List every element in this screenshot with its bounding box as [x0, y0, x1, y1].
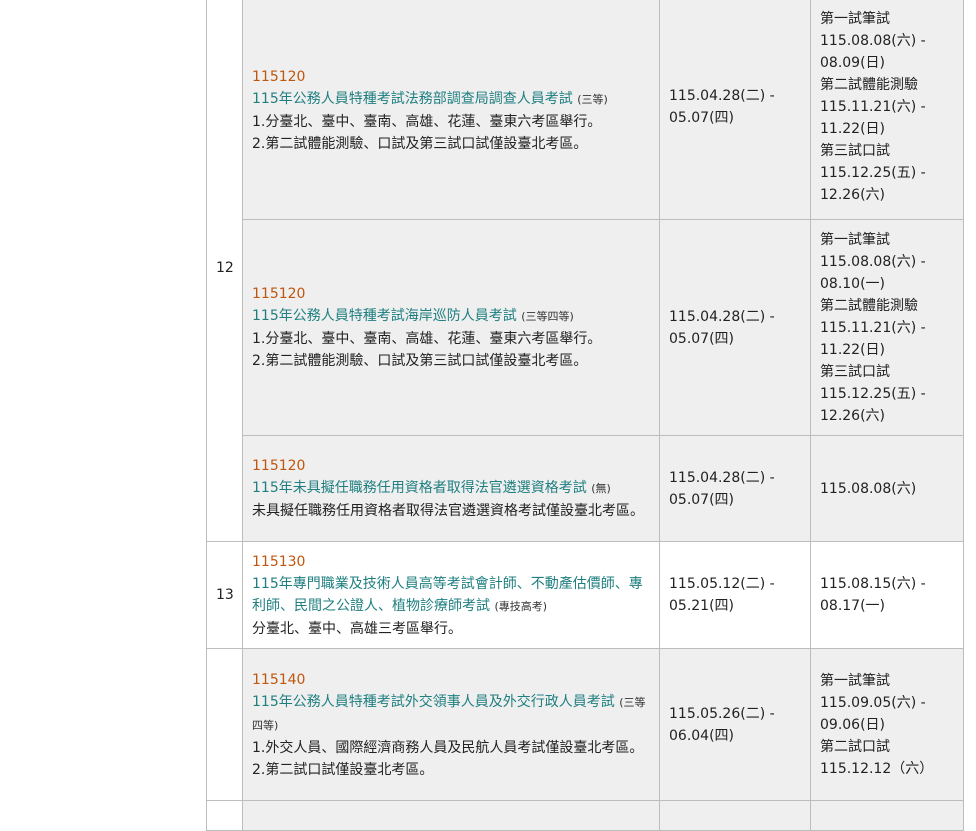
registration-start: 115.04.28(二) - — [669, 308, 775, 325]
registration-period-cell: 115.05.12(二) - 05.21(四) — [659, 541, 811, 649]
exam-code: 115120 — [252, 68, 306, 85]
exam-title-link[interactable]: 115年公務人員特種考試法務部調查局調查人員考試 — [252, 91, 573, 107]
exam-note: 2.第二試口試僅設臺北考區。 — [252, 761, 434, 778]
exam-date-line: 第一試筆試 — [820, 11, 890, 27]
registration-end: 05.21(四) — [669, 598, 735, 614]
exam-note: 2.第二試體能測驗、口試及第三試口試僅設臺北考區。 — [252, 353, 588, 369]
exam-date-line: 第二試體能測驗 — [820, 297, 918, 314]
exam-date-line: 115.11.21(六) - — [820, 99, 926, 115]
exam-info-cell: 115120 115年公務人員特種考試法務部調查局調查人員考試 (三等) 1.分… — [242, 0, 660, 220]
exam-code: 115120 — [252, 458, 306, 474]
registration-period-cell: 115.05.26(二) - 06.04(四) — [659, 648, 811, 801]
exam-schedule-table: 12 115120 115年公務人員特種考試法務部調查局調查人員考試 (三等) … — [206, 0, 964, 831]
registration-period-cell: 115.04.28(二) - 05.07(四) — [659, 219, 811, 436]
row-number: 13 — [206, 541, 243, 649]
exam-date-line: 115.12.25(五) - — [820, 165, 926, 181]
exam-note: 1.外交人員、國際經濟商務人員及民航人員考試僅設臺北考區。 — [252, 739, 644, 756]
exam-info-cell: 115130 115年專門職業及技術人員高等考試會計師、不動產估價師、專利師、民… — [242, 541, 660, 649]
exam-code: 115140 — [252, 671, 306, 688]
exam-date-line: 115.12.25(五) - — [820, 385, 926, 402]
exam-date-line: 第三試口試 — [820, 363, 890, 380]
exam-info-cell: 115140 115年公務人員特種考試外交領事人員及外交行政人員考試 (三等四等… — [242, 648, 660, 801]
exam-title-link[interactable]: 115年未具擬任職務任用資格者取得法官遴選資格考試 — [252, 480, 587, 496]
table-row: 115120 115年公務人員特種考試海岸巡防人員考試 (三等四等) 1.分臺北… — [207, 219, 964, 436]
exam-title-link[interactable]: 115年公務人員特種考試外交領事人員及外交行政人員考試 — [252, 694, 615, 710]
registration-end: 05.07(四) — [669, 110, 735, 126]
exam-info-cell: 115120 115年公務人員特種考試海岸巡防人員考試 (三等四等) 1.分臺北… — [242, 219, 660, 436]
registration-period-cell: 115.04.28(二) - 05.07(四) — [659, 0, 811, 220]
exam-dates-cell: 第一試筆試 115.08.08(六) - 08.10(一) 第二試體能測驗 11… — [810, 219, 964, 436]
exam-date-line: 115.08.15(六) - — [820, 576, 926, 592]
registration-period-cell: 115.04.28(二) - 05.07(四) — [659, 435, 811, 542]
exam-date-line: 115.08.08(六) - — [820, 253, 926, 270]
exam-date-line: 第二試口試 — [820, 738, 890, 755]
exam-date-line: 第一試筆試 — [820, 672, 890, 689]
exam-grade: (專技高考) — [494, 599, 548, 613]
exam-date-line: 115.08.08(六) — [820, 480, 917, 497]
exam-date-line: 115.08.08(六) - — [820, 33, 926, 49]
registration-start: 115.05.26(二) - — [669, 705, 775, 722]
exam-note: 未具擬任職務任用資格者取得法官遴選資格考試僅設臺北考區。 — [252, 503, 644, 519]
exam-note: 1.分臺北、臺中、臺南、高雄、花蓮、臺東六考區舉行。 — [252, 113, 602, 130]
row-number — [206, 648, 243, 801]
exam-code: 115120 — [252, 286, 306, 302]
exam-date-line: 11.22(日) — [820, 121, 886, 137]
exam-date-line: 08.17(一) — [820, 598, 886, 614]
table-row: 12 115120 115年公務人員特種考試法務部調查局調查人員考試 (三等) … — [206, 0, 964, 542]
exam-dates-cell: 第一試筆試 115.09.05(六) - 09.06(日) 第二試口試 115.… — [810, 648, 964, 801]
exam-grade: (三等四等) — [521, 310, 574, 323]
registration-start: 115.04.28(二) - — [669, 469, 775, 486]
table-row: 115140 115年公務人員特種考試外交領事人員及外交行政人員考試 (三等四等… — [206, 648, 964, 801]
exam-date-line: 115.09.05(六) - — [820, 694, 926, 711]
registration-end: 05.07(四) — [669, 330, 735, 347]
exam-grade: (無) — [591, 482, 611, 495]
registration-start: 115.05.12(二) - — [669, 576, 775, 592]
exam-info-cell: 115120 115年未具擬任職務任用資格者取得法官遴選資格考試 (無) 未具擬… — [242, 435, 660, 542]
table-row — [206, 800, 964, 831]
registration-end: 06.04(四) — [669, 727, 735, 744]
exam-note: 1.分臺北、臺中、臺南、高雄、花蓮、臺東六考區舉行。 — [252, 331, 602, 347]
exam-date-line: 11.22(日) — [820, 341, 886, 358]
exam-grade: (三等) — [577, 92, 608, 106]
exam-note: 2.第二試體能測驗、口試及第三試口試僅設臺北考區。 — [252, 135, 588, 152]
exam-date-line: 09.06(日) — [820, 716, 886, 733]
exam-date-line: 12.26(六) — [820, 407, 886, 424]
exam-dates-cell: 第一試筆試 115.08.08(六) - 08.09(日) 第二試體能測驗 11… — [810, 0, 964, 220]
exam-note: 分臺北、臺中、高雄三考區舉行。 — [252, 620, 462, 637]
registration-end: 05.07(四) — [669, 491, 735, 508]
exam-title-link[interactable]: 115年公務人員特種考試海岸巡防人員考試 — [252, 308, 517, 324]
exam-dates-cell: 115.08.08(六) — [810, 435, 964, 542]
registration-start: 115.04.28(二) - — [669, 88, 775, 104]
exam-title-link[interactable]: 115年專門職業及技術人員高等考試會計師、不動產估價師、專利師、民間之公證人、植… — [252, 576, 643, 614]
exam-date-line: 115.11.21(六) - — [820, 319, 926, 336]
table-row: 13 115130 115年專門職業及技術人員高等考試會計師、不動產估價師、專利… — [206, 541, 964, 649]
exam-date-line: 08.09(日) — [820, 55, 886, 71]
table-row: 115120 115年未具擬任職務任用資格者取得法官遴選資格考試 (無) 未具擬… — [207, 435, 964, 542]
exam-date-line: 12.26(六) — [820, 187, 886, 203]
row-number: 12 — [206, 0, 243, 542]
exam-date-line: 第三試口試 — [820, 143, 890, 159]
exam-code: 115130 — [252, 553, 306, 570]
exam-date-line: 第一試筆試 — [820, 231, 890, 248]
exam-date-line: 08.10(一) — [820, 275, 886, 292]
exam-date-line: 115.12.12（六） — [820, 760, 934, 777]
exam-dates-cell: 115.08.15(六) - 08.17(一) — [810, 541, 964, 649]
exam-date-line: 第二試體能測驗 — [820, 77, 918, 93]
